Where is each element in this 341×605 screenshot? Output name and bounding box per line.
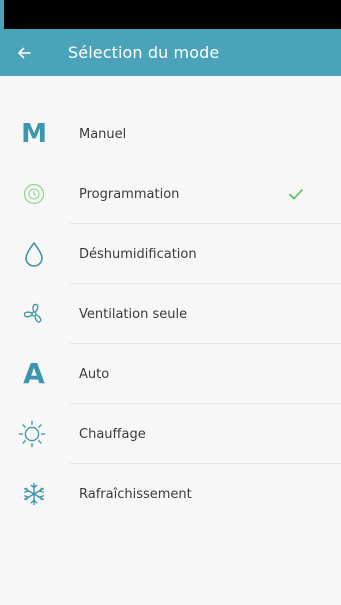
status-bar-edge — [0, 0, 4, 29]
sun-icon — [18, 420, 46, 448]
mode-selection-screen: Sélection du mode M Manuel Programmation — [0, 0, 341, 605]
mode-label: Chauffage — [79, 426, 146, 442]
app-bar: Sélection du mode — [0, 29, 341, 76]
mode-label: Rafraîchissement — [79, 486, 192, 502]
mode-label: Déshumidification — [79, 246, 197, 262]
mode-item-ventilation[interactable]: Ventilation seule — [0, 284, 341, 344]
arrow-left-icon — [18, 47, 31, 58]
mode-item-chauffage[interactable]: Chauffage — [0, 404, 341, 464]
mode-item-auto[interactable]: A Auto — [0, 344, 341, 404]
mode-list: M Manuel Programmation Déshumidification… — [0, 104, 341, 524]
snowflake-icon — [22, 482, 46, 506]
mode-item-deshumidification[interactable]: Déshumidification — [0, 224, 341, 284]
fan-icon — [22, 302, 46, 326]
mode-label: Ventilation seule — [79, 306, 188, 322]
letter-a-icon: A — [23, 357, 45, 390]
mode-label: Auto — [79, 366, 110, 382]
status-bar — [0, 0, 341, 29]
mode-item-rafraichissement[interactable]: Rafraîchissement — [0, 464, 341, 524]
mode-label: Programmation — [79, 186, 180, 202]
mode-item-programmation[interactable]: Programmation — [0, 164, 341, 224]
checkmark-icon — [289, 189, 303, 200]
letter-m-icon: M — [21, 119, 47, 149]
mode-label: Manuel — [79, 126, 127, 142]
page-title: Sélection du mode — [68, 43, 220, 62]
back-button[interactable] — [0, 29, 48, 76]
mode-item-manuel[interactable]: M Manuel — [0, 104, 341, 164]
clock-icon — [22, 182, 46, 206]
water-drop-icon — [22, 242, 46, 267]
